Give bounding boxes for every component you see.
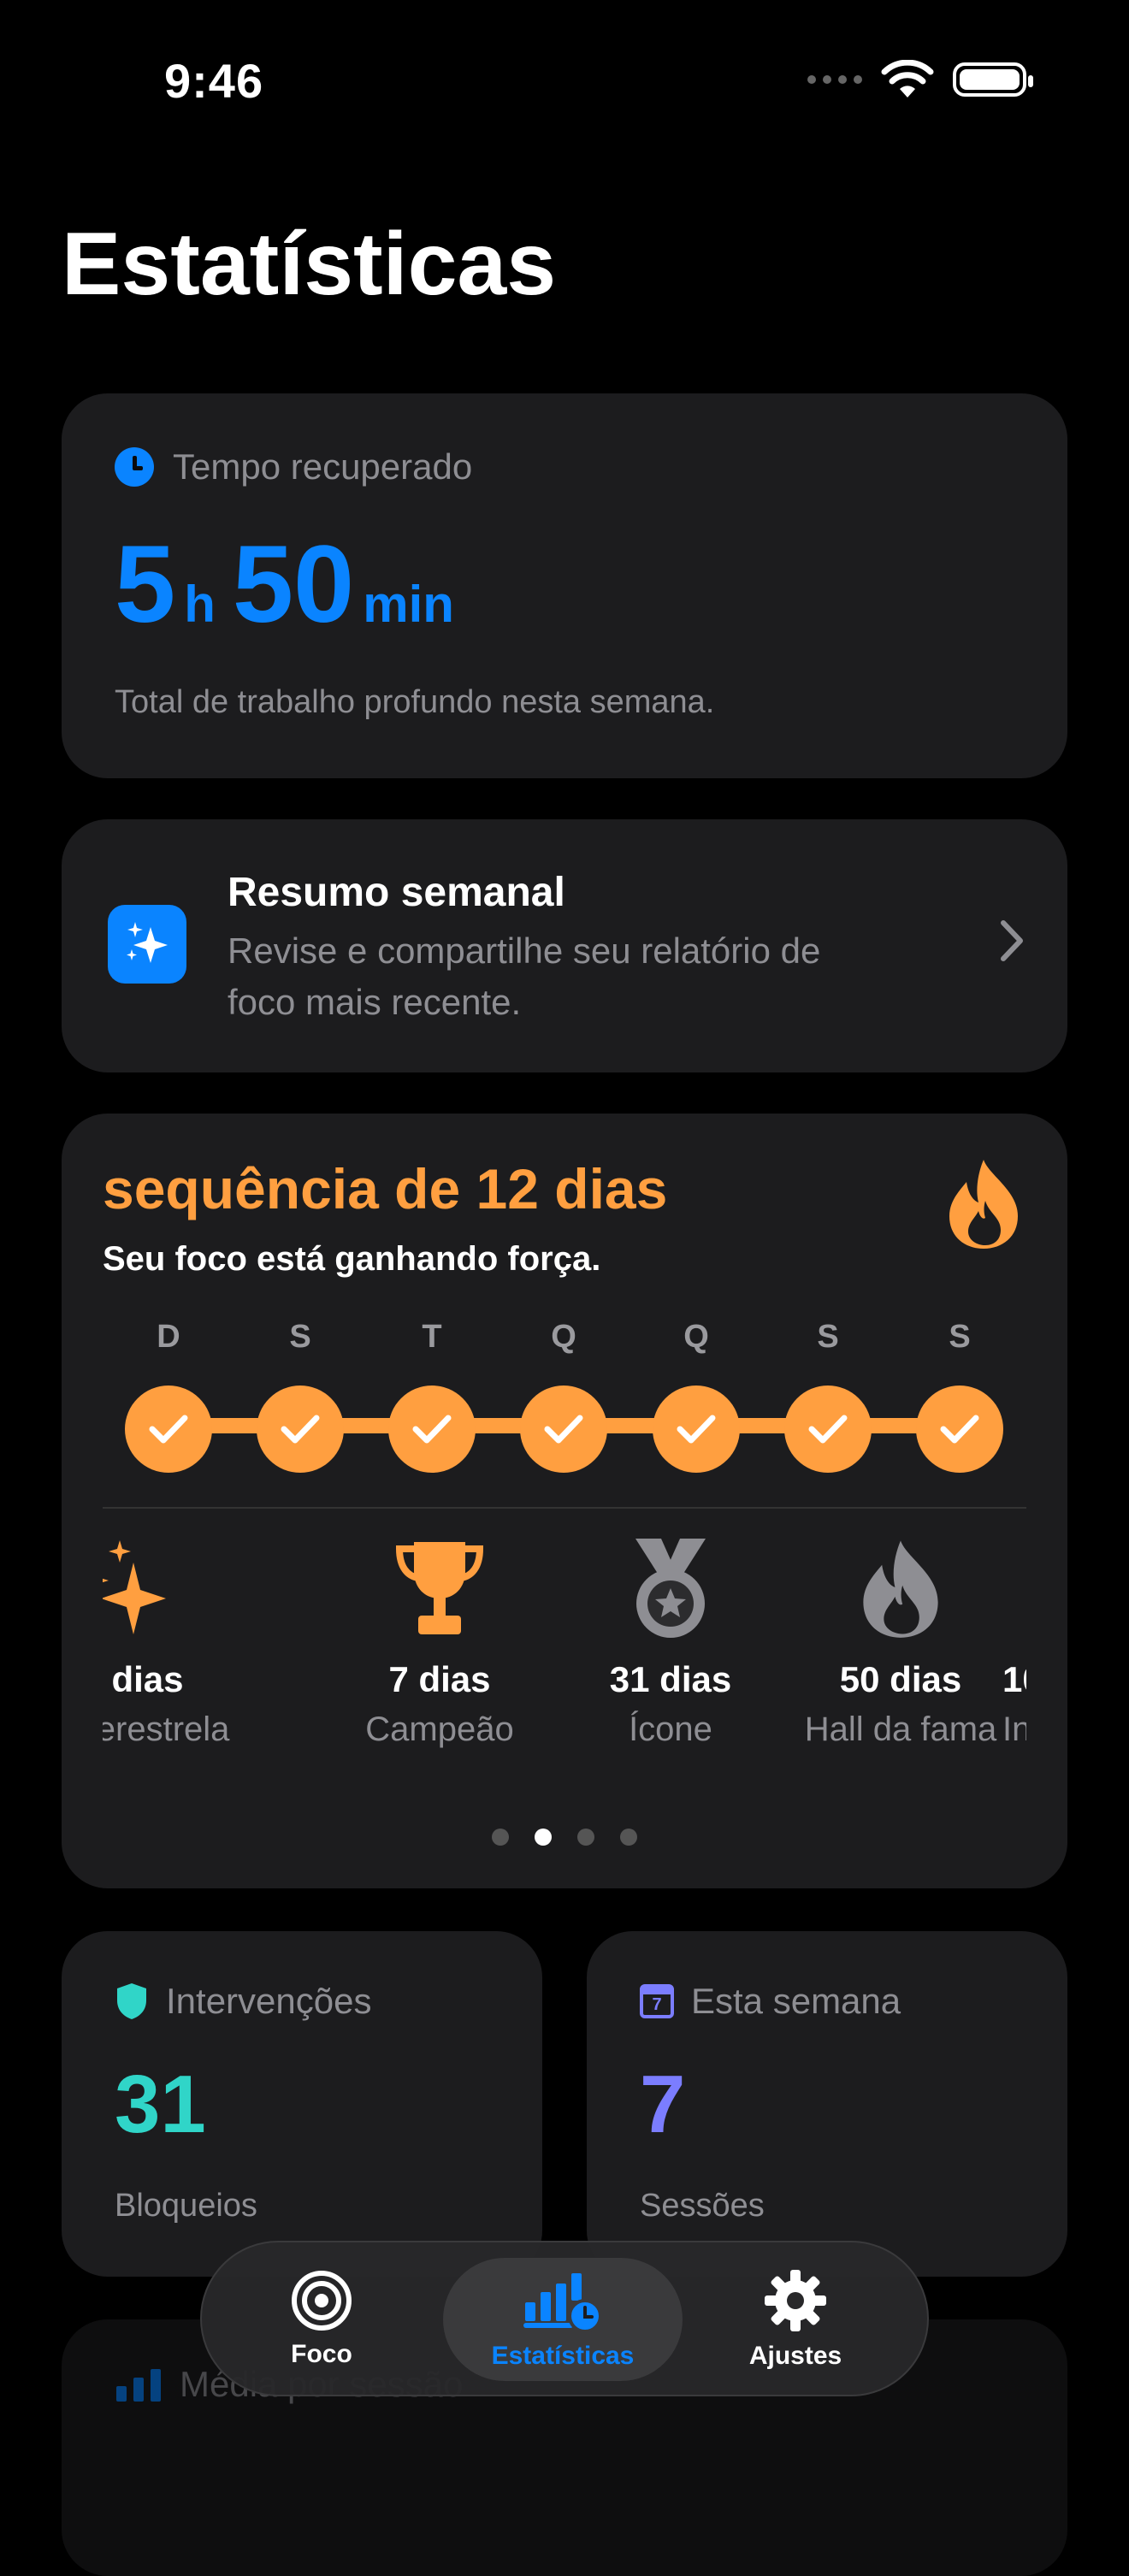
day-letter: T [422,1319,442,1355]
tab-bar: Foco Estatísticas Ajustes [200,2241,929,2396]
check-icon [125,1385,212,1473]
tab-label: Foco [291,2340,352,2368]
tab-statistics[interactable]: Estatísticas [443,2258,683,2381]
target-icon [292,2271,352,2331]
check-icon [257,1385,344,1473]
time-recovered-card: Tempo recuperado 5 h 50 min Total de tra… [62,393,1067,778]
achievement-label: Campeão [365,1710,514,1748]
hours-value: 5 [115,523,176,646]
day-item: Q [520,1319,607,1473]
day-item: S [784,1319,872,1473]
day-letter: Q [551,1319,576,1355]
tab-label: Ajustes [748,2342,842,2370]
sparkles-icon [108,905,186,984]
weekly-summary-card[interactable]: Resumo semanal Revise e compartilhe seu … [62,819,1067,1072]
achievement-item[interactable]: 100 dias Invencível [1002,1533,1026,1752]
wifi-icon [881,60,934,97]
interventions-value: 31 [115,2059,206,2150]
achievement-days: 5 dias [103,1659,184,1699]
day-item: D [125,1319,212,1473]
minutes-unit: min [363,576,454,633]
streak-title: sequência de 12 dias [103,1157,668,1220]
day-item: S [916,1319,1003,1473]
day-letter: D [157,1319,180,1355]
partial-icon [1002,1533,1026,1644]
sparkles-icon [103,1533,231,1644]
interventions-caption: Bloqueios [115,2188,257,2224]
time-recovered-value: 5 h 50 min [115,522,463,647]
page-dot[interactable] [577,1829,594,1846]
battery-icon [953,62,1033,97]
summary-title: Resumo semanal [228,870,565,915]
page-dot[interactable] [492,1829,509,1846]
tab-settings[interactable]: Ajustes [676,2258,915,2381]
time-card-header: Tempo recuperado [115,446,472,487]
day-letter: S [949,1319,971,1355]
week-days: D S T Q Q S S [125,1319,1006,1473]
time-card-caption: Total de trabalho profundo nesta semana. [115,684,715,720]
bar-chart-icon [116,2369,161,2402]
streak-subtitle: Seu foco está ganhando força. [103,1240,601,1278]
trophy-icon [341,1533,538,1644]
achievement-label: Superestrela [103,1710,230,1748]
clock-icon [115,447,154,487]
interventions-label: Intervenções [166,1981,372,2021]
hours-unit: h [184,576,216,633]
streak-card: sequência de 12 dias Seu foco está ganha… [62,1114,1067,1888]
gear-icon [765,2270,826,2331]
page-dot-active[interactable] [535,1829,552,1846]
check-icon [916,1385,1003,1473]
minutes-value: 50 [232,523,355,646]
divider [103,1507,1026,1509]
medal-icon [572,1533,769,1644]
check-icon [784,1385,872,1473]
chart-icon [523,2273,602,2333]
calendar-day: 7 [652,1995,662,2014]
chevron-right-icon [1001,920,1023,961]
achievement-days: 50 dias [839,1659,962,1699]
week-value: 7 [640,2059,686,2150]
achievements-carousel[interactable]: 5 dias Superestrela 7 dias Campeão [103,1533,1026,1789]
status-icons [807,60,1033,99]
page-dot[interactable] [620,1829,637,1846]
flame-icon [949,1160,1018,1249]
interventions-header: Intervenções [115,1981,371,2022]
achievement-item[interactable]: 5 dias Superestrela [103,1533,231,1752]
check-icon [520,1385,607,1473]
flame-icon [802,1533,999,1644]
check-icon [388,1385,476,1473]
time-card-label: Tempo recuperado [173,446,473,487]
calendar-icon: 7 [640,1984,674,2018]
achievement-item[interactable]: 7 dias Campeão [341,1533,538,1752]
tab-focus[interactable]: Foco [202,2258,441,2381]
achievement-days: 7 dias [388,1659,491,1699]
page-indicator[interactable] [62,1829,1067,1846]
day-letter: Q [683,1319,709,1355]
achievement-days: 100 dias [1002,1659,1026,1699]
achievement-label: Ícone [629,1710,712,1748]
week-caption: Sessões [640,2188,765,2224]
day-item: Q [653,1319,740,1473]
week-label: Esta semana [691,1981,901,2021]
day-item: S [257,1319,344,1473]
achievement-days: 31 dias [609,1659,732,1699]
status-time: 9:46 [164,54,264,108]
signal-dots-icon [807,75,862,84]
interventions-card: Intervenções 31 Bloqueios [62,1931,542,2277]
day-item: T [388,1319,476,1473]
this-week-card: 7 Esta semana 7 Sessões [587,1931,1067,2277]
day-letter: S [289,1319,311,1355]
week-header: 7 Esta semana [640,1981,901,2022]
tab-label: Estatísticas [491,2342,635,2370]
achievement-label: Hall da fama [804,1710,997,1748]
achievement-item[interactable]: 31 dias Ícone [572,1533,769,1752]
day-letter: S [817,1319,839,1355]
achievement-label: Invencível [1002,1710,1026,1748]
summary-description: Revise e compartilhe seu relatório de fo… [228,931,821,1022]
shield-icon [117,1983,146,2019]
check-icon [653,1385,740,1473]
page-title: Estatísticas [62,215,557,314]
achievement-item[interactable]: 50 dias Hall da fama [802,1533,999,1752]
